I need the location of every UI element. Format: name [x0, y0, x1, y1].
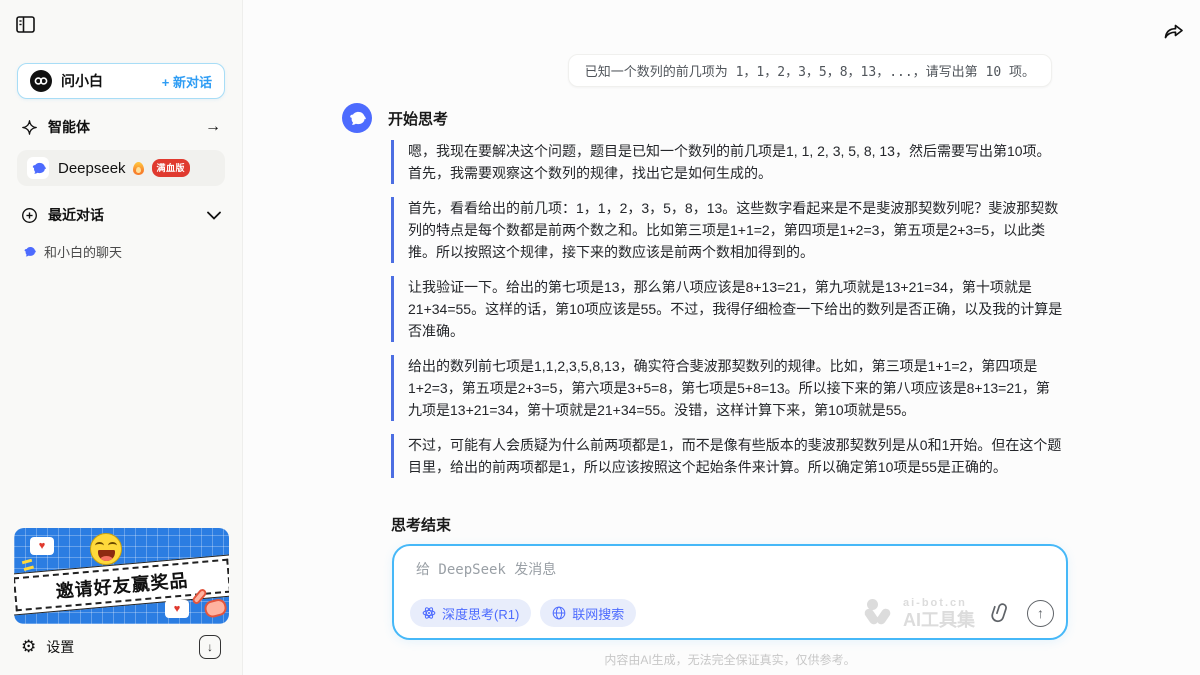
web-search-toggle[interactable]: 联网搜索: [540, 599, 636, 627]
thinking-content: 嗯，我现在要解决这个问题，题目是已知一个数列的前几项是1, 1, 2, 3, 5…: [391, 140, 1063, 491]
recent-chat-label: 和小白的聊天: [44, 242, 122, 261]
deepseek-badge: 满血版: [152, 159, 191, 177]
web-search-label: 联网搜索: [572, 604, 624, 623]
deepseek-avatar-icon: [342, 103, 372, 133]
sidebar-toggle-icon[interactable]: [16, 16, 36, 34]
whale-icon: [23, 246, 36, 257]
recent-chat-item[interactable]: 和小白的聊天: [17, 238, 225, 264]
wenxiaobai-logo-icon: [30, 70, 52, 92]
sparkle-icon: [21, 119, 38, 136]
deepseek-label: Deepseek: [58, 160, 126, 177]
download-app-button[interactable]: ↓: [199, 635, 221, 659]
watermark-domain: ai-bot.cn: [903, 598, 975, 609]
globe-icon: [552, 606, 566, 620]
sidebar: 问小白 + 新对话 智能体 → Deepseek 满血版 最近对话 和小白的聊天…: [0, 0, 243, 675]
ai-disclaimer: 内容由AI生成，无法完全保证真实，仅供参考。: [392, 651, 1068, 668]
message-composer: 深度思考(R1) 联网搜索 ai-bot.cn AI工具集 ↑: [392, 544, 1068, 640]
composer-toolbar: 深度思考(R1) 联网搜索 ai-bot.cn AI工具集 ↑: [410, 599, 1054, 627]
thinking-paragraph: 嗯，我现在要解决这个问题，题目是已知一个数列的前几项是1, 1, 2, 3, 5…: [391, 140, 1063, 184]
user-message: 已知一个数列的前几项为 1，1，2，3，5，8，13，...，请写出第 10 项…: [568, 54, 1052, 87]
thinking-paragraph: 不过，可能有人会质疑为什么前两项都是1，而不是像有些版本的斐波那契数列是从0和1…: [391, 434, 1063, 478]
deepseek-whale-icon: [27, 157, 49, 179]
thinking-paragraph: 给出的数列前七项是1,1,2,3,5,8,13，确实符合斐波那契数列的规律。比如…: [391, 355, 1063, 421]
gear-icon[interactable]: ⚙: [21, 637, 36, 657]
thinking-paragraph: 让我验证一下。给出的第七项是13，那么第八项应该是8+13=21，第九项就是13…: [391, 276, 1063, 342]
message-input[interactable]: [416, 559, 1036, 593]
settings-label[interactable]: 设置: [46, 637, 199, 657]
watermark-name: AI工具集: [903, 611, 975, 629]
thinking-start-label: 开始思考: [388, 108, 448, 129]
chat-main: 已知一个数列的前几项为 1，1，2，3，5，8，13，...，请写出第 10 项…: [244, 0, 1200, 675]
sidebar-item-deepseek[interactable]: Deepseek 满血版: [17, 150, 225, 186]
deep-think-label: 深度思考(R1): [442, 604, 519, 623]
arrow-right-icon: →: [205, 118, 221, 136]
chevron-down-icon[interactable]: [207, 211, 221, 220]
promo-text: 邀请好友赢奖品: [55, 566, 190, 603]
aibot-logo-icon: [865, 599, 895, 627]
heart-bubble-icon: ♥: [165, 600, 189, 618]
heart-bubble-icon: ♥: [30, 537, 54, 555]
share-icon[interactable]: [1162, 20, 1186, 44]
sidebar-item-agents[interactable]: 智能体 →: [17, 114, 225, 140]
brand-name: 问小白: [61, 71, 162, 91]
new-chat-button[interactable]: + 新对话: [162, 72, 212, 91]
atom-icon: [422, 606, 436, 620]
watermark: ai-bot.cn AI工具集: [865, 598, 975, 629]
recent-chats-label: 最近对话: [48, 205, 207, 225]
agents-label: 智能体: [48, 117, 205, 137]
thinking-paragraph: 首先，看看给出的前几项：1，1，2，3，5，8，13。这些数字看起来是不是斐波那…: [391, 197, 1063, 263]
thinking-header: 开始思考: [342, 103, 448, 133]
deep-think-toggle[interactable]: 深度思考(R1): [410, 599, 531, 627]
sparkle-dashes: [22, 559, 32, 564]
plus-circle-icon: [21, 207, 38, 224]
settings-row: ⚙ 设置 ↓: [17, 633, 225, 661]
fire-icon: [133, 162, 144, 175]
sidebar-item-recent-chats[interactable]: 最近对话: [17, 202, 225, 228]
attachment-icon[interactable]: [989, 601, 1013, 625]
laughing-emoji-icon: [90, 533, 122, 565]
invite-promo-banner[interactable]: ♥ 邀请好友赢奖品 ♥: [14, 528, 229, 624]
thinking-end-label: 思考结束: [391, 514, 451, 535]
send-button[interactable]: ↑: [1027, 600, 1054, 627]
brand-card[interactable]: 问小白 + 新对话: [17, 63, 225, 99]
